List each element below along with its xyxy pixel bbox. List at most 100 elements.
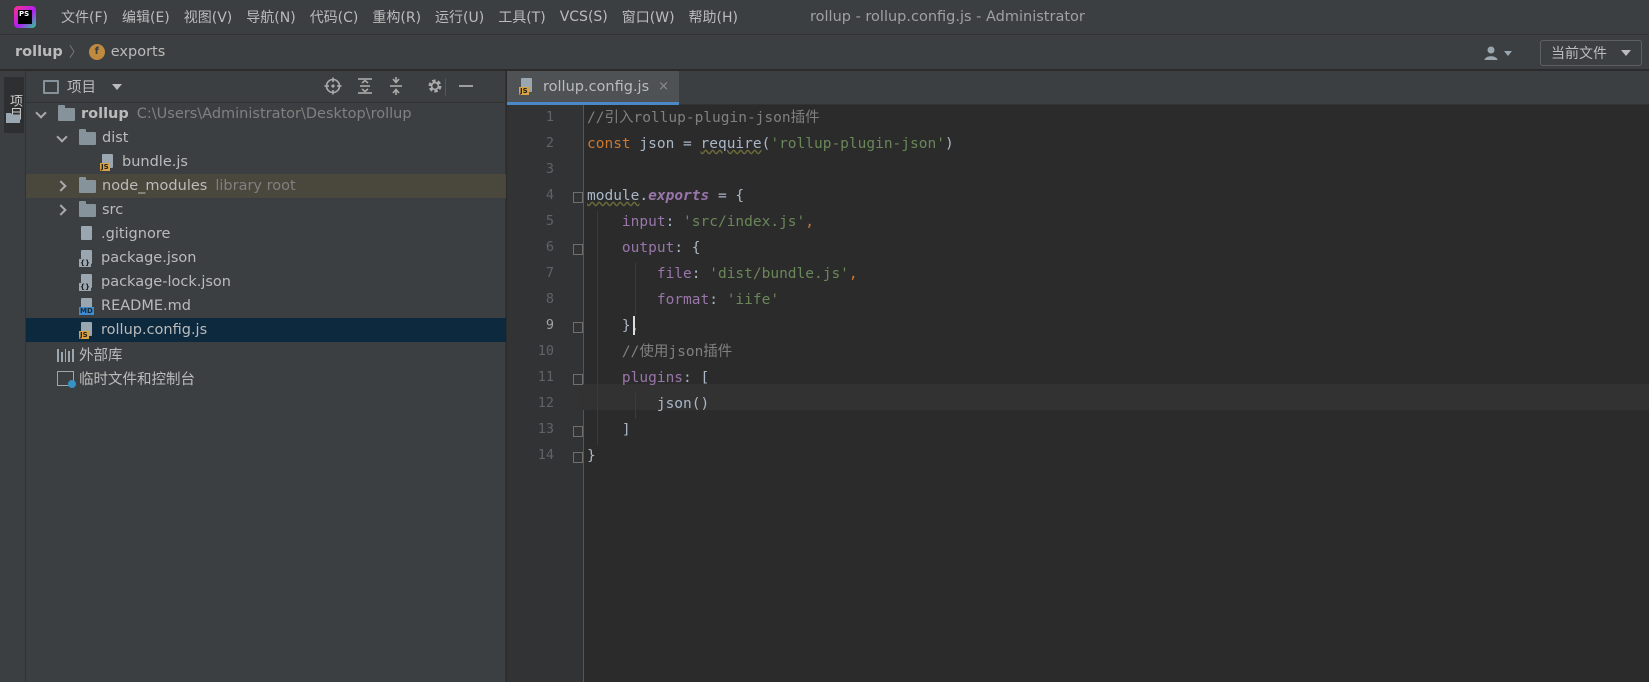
minimize-icon bbox=[459, 85, 473, 87]
breadcrumb-symbol[interactable]: exports bbox=[111, 44, 166, 60]
code-line[interactable]: plugins: [ bbox=[587, 365, 709, 391]
tree-node-scratches[interactable]: 临时文件和控制台 bbox=[26, 366, 506, 390]
gear-icon bbox=[428, 79, 442, 93]
project-view-icon bbox=[43, 79, 59, 94]
folder-icon bbox=[58, 104, 75, 121]
fold-marker-icon[interactable] bbox=[573, 426, 583, 437]
app-logo-icon[interactable]: PS bbox=[14, 6, 36, 28]
line-number: 5 bbox=[545, 213, 554, 229]
fold-marker-icon[interactable] bbox=[573, 452, 583, 463]
fold-marker-icon[interactable] bbox=[573, 244, 583, 255]
menu-tools[interactable]: 工具(T) bbox=[491, 7, 552, 27]
settings-button[interactable] bbox=[425, 77, 445, 97]
code-line[interactable]: const json = require('rollup-plugin-json… bbox=[587, 131, 954, 157]
code-line[interactable]: //使用json插件 bbox=[587, 339, 732, 365]
fold-marker-icon[interactable] bbox=[573, 192, 583, 203]
menu-help[interactable]: 帮助(H) bbox=[682, 7, 745, 27]
chevron-right-icon[interactable] bbox=[57, 204, 69, 216]
tree-node-hint: library root bbox=[215, 178, 296, 194]
code-line[interactable]: } bbox=[587, 443, 596, 469]
chevron-right-icon[interactable] bbox=[57, 180, 69, 192]
chevron-down-icon[interactable] bbox=[36, 108, 48, 120]
close-icon[interactable]: × bbox=[658, 79, 669, 94]
run-configuration-select[interactable]: 当前文件 bbox=[1540, 40, 1642, 66]
menu-vcs[interactable]: VCS(S) bbox=[553, 9, 615, 25]
code-line[interactable]: output: { bbox=[587, 235, 701, 261]
tree-node-rollup-config[interactable]: JS rollup.config.js bbox=[26, 318, 506, 342]
folder-icon bbox=[79, 200, 96, 217]
tree-node-label: rollup.config.js bbox=[101, 322, 208, 338]
hide-panel-button[interactable] bbox=[456, 77, 476, 97]
navigation-bar: rollup 〉 f exports 当前文件 bbox=[0, 34, 1649, 70]
tree-node-label: src bbox=[102, 202, 124, 218]
project-tool-tab[interactable]: 项目 bbox=[4, 77, 24, 133]
code-line[interactable]: module.exports = { bbox=[587, 183, 744, 209]
tree-node-src[interactable]: src bbox=[26, 198, 506, 222]
project-panel-title[interactable]: 项目 bbox=[67, 76, 96, 97]
chevron-down-icon[interactable] bbox=[57, 132, 69, 144]
expand-all-icon bbox=[358, 78, 372, 94]
line-number: 2 bbox=[545, 135, 554, 151]
code-line[interactable]: format: 'iife' bbox=[587, 287, 779, 313]
title-bar: PS 文件(F) 编辑(E) 视图(V) 导航(N) 代码(C) 重构(R) 运… bbox=[0, 0, 1649, 34]
tab-rollup-config-js[interactable]: JS rollup.config.js × bbox=[507, 71, 679, 105]
tree-node-bundle-js[interactable]: JS bundle.js bbox=[26, 150, 506, 174]
line-number: 6 bbox=[545, 239, 554, 255]
line-number: 3 bbox=[545, 161, 554, 177]
fold-marker-icon[interactable] bbox=[573, 374, 583, 385]
chevron-down-icon[interactable] bbox=[112, 83, 122, 90]
code-line[interactable]: json() bbox=[587, 391, 709, 417]
menu-run[interactable]: 运行(U) bbox=[428, 7, 491, 27]
menu-file[interactable]: 文件(F) bbox=[54, 7, 115, 27]
run-configuration-label: 当前文件 bbox=[1551, 46, 1607, 62]
folder-icon bbox=[79, 176, 96, 193]
collapse-all-button[interactable] bbox=[386, 77, 406, 97]
expand-all-button[interactable] bbox=[355, 77, 375, 97]
tree-node-label: 临时文件和控制台 bbox=[79, 371, 195, 388]
code-line[interactable]: }, bbox=[587, 313, 639, 339]
tree-node-package-lock-json[interactable]: {} package-lock.json bbox=[26, 270, 506, 294]
tree-node-label: .gitignore bbox=[101, 226, 171, 242]
js-file-icon: JS bbox=[79, 321, 95, 339]
menu-refactor[interactable]: 重构(R) bbox=[365, 7, 428, 27]
ignore-file-icon bbox=[79, 225, 95, 243]
menu-code[interactable]: 代码(C) bbox=[303, 7, 366, 27]
json-file-icon: {} bbox=[79, 273, 95, 291]
scratches-icon bbox=[57, 370, 76, 388]
line-number: 14 bbox=[537, 447, 554, 463]
menu-window[interactable]: 窗口(W) bbox=[615, 7, 682, 27]
code-line[interactable]: input: 'src/index.js', bbox=[587, 209, 814, 235]
tool-window-strip: 项目 bbox=[0, 71, 26, 682]
tree-node-root[interactable]: rollup C:\Users\Administrator\Desktop\ro… bbox=[26, 102, 506, 126]
code-editor: JS rollup.config.js × 1 2 3 4 5 6 7 8 9 … bbox=[507, 71, 1649, 682]
project-panel: 项目 rollup C:\Users\Administrator\Desktop… bbox=[26, 71, 506, 682]
breadcrumb-root[interactable]: rollup bbox=[15, 44, 63, 60]
line-number: 11 bbox=[537, 369, 554, 385]
line-number: 7 bbox=[545, 265, 554, 281]
tree-node-label: package-lock.json bbox=[101, 274, 231, 290]
tree-node-label: bundle.js bbox=[122, 154, 188, 170]
code-line[interactable]: file: 'dist/bundle.js', bbox=[587, 261, 858, 287]
tree-node-node-modules[interactable]: node_modules library root bbox=[26, 174, 506, 198]
tree-node-readme[interactable]: MD README.md bbox=[26, 294, 506, 318]
tree-node-dist[interactable]: dist bbox=[26, 126, 506, 150]
code-line[interactable]: //引入rollup-plugin-json插件 bbox=[587, 105, 820, 131]
fold-marker-icon[interactable] bbox=[573, 322, 583, 333]
tree-node-label: package.json bbox=[101, 250, 197, 266]
tree-node-package-json[interactable]: {} package.json bbox=[26, 246, 506, 270]
toolbar-divider bbox=[445, 78, 446, 96]
breadcrumb-separator: 〉 bbox=[68, 45, 83, 61]
tree-node-gitignore[interactable]: .gitignore bbox=[26, 222, 506, 246]
menu-view[interactable]: 视图(V) bbox=[177, 7, 240, 27]
folder-icon bbox=[79, 128, 96, 145]
locate-file-button[interactable] bbox=[323, 77, 343, 97]
chevron-down-icon bbox=[1504, 51, 1512, 56]
window-title: rollup - rollup.config.js - Administrato… bbox=[810, 9, 1085, 25]
tree-node-external-libraries[interactable]: 外部库 bbox=[26, 342, 506, 366]
user-account-button[interactable] bbox=[1484, 43, 1514, 63]
code-line[interactable]: ] bbox=[587, 417, 631, 443]
editor-tab-bar: JS rollup.config.js × bbox=[507, 71, 1649, 105]
line-number: 4 bbox=[545, 187, 554, 203]
menu-navigate[interactable]: 导航(N) bbox=[239, 7, 302, 27]
menu-edit[interactable]: 编辑(E) bbox=[115, 7, 177, 27]
